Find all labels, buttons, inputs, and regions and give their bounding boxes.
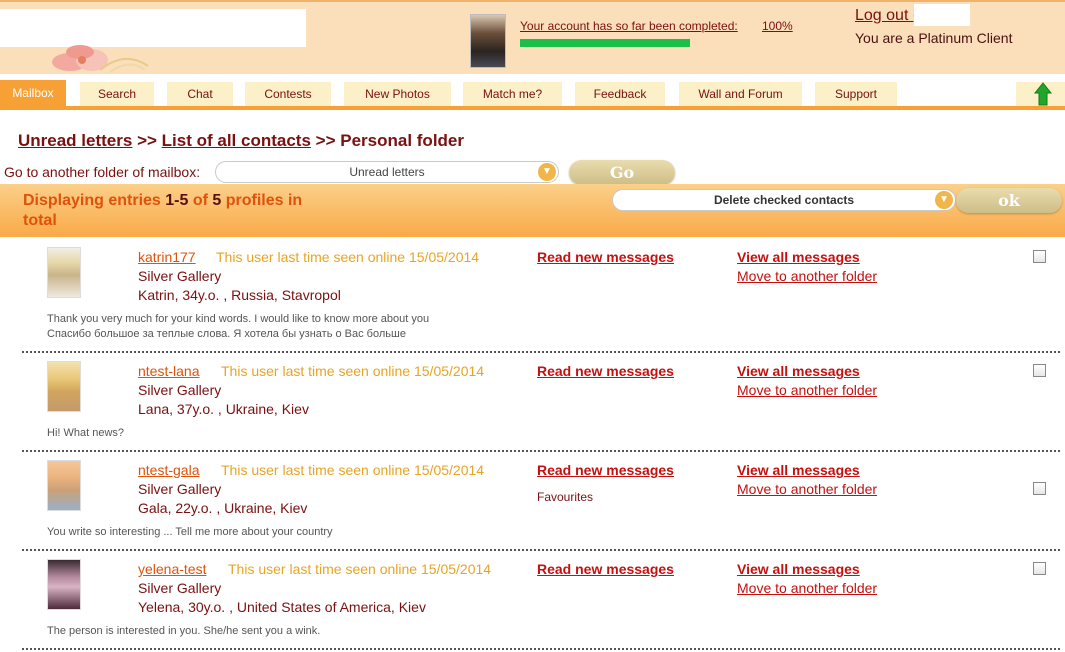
last-seen-status: This user last time seen online 15/05/20…	[216, 249, 480, 265]
message-line: Спасибо большое за теплые слова. Я хотел…	[47, 328, 406, 340]
contact-username[interactable]: ntest-gala	[138, 462, 199, 478]
contact-username[interactable]: yelena-test	[138, 561, 206, 577]
contact-photo[interactable]	[47, 460, 81, 511]
read-new-messages-link[interactable]: Read new messages	[537, 249, 674, 265]
chevron-down-icon: ▼	[935, 191, 953, 209]
contact-info: Lana, 37y.o. , Ukraine, Kiev	[138, 401, 309, 417]
contact-photo[interactable]	[47, 247, 81, 298]
row-divider	[22, 549, 1060, 551]
message-preview: The person is interested in you. She/he …	[47, 624, 320, 639]
breadcrumb-all-contacts[interactable]: List of all contacts	[162, 131, 311, 150]
read-new-messages-link[interactable]: Read new messages	[537, 561, 674, 577]
contact-gallery: Silver Gallery	[138, 382, 222, 398]
row-divider	[22, 648, 1060, 650]
move-to-folder-link[interactable]: Move to another folder	[737, 481, 877, 497]
contact-photo[interactable]	[47, 361, 81, 412]
bulk-action-value: Delete checked contacts	[713, 193, 855, 207]
main-nav: Mailbox Search Chat Contests New Photos …	[0, 80, 1065, 110]
row-divider	[22, 450, 1060, 452]
ok-button[interactable]: ok	[956, 188, 1062, 213]
move-to-folder-link[interactable]: Move to another folder	[737, 382, 877, 398]
breadcrumb: Unread letters >> List of all contacts >…	[18, 131, 464, 151]
breadcrumb-separator: >>	[137, 131, 157, 150]
scroll-up-button[interactable]	[1016, 82, 1065, 106]
entries-total: 5	[212, 192, 222, 209]
message-line: Hi! What news?	[47, 427, 125, 439]
nav-wall-and-forum[interactable]: Wall and Forum	[679, 82, 802, 106]
breadcrumb-separator: >>	[315, 131, 336, 150]
breadcrumb-current: Personal folder	[340, 131, 464, 150]
bulk-action-select[interactable]: Delete checked contacts ▼	[612, 189, 956, 211]
view-all-messages-link[interactable]: View all messages	[737, 561, 860, 577]
contact-photo[interactable]	[47, 559, 81, 610]
contact-username[interactable]: ntest-lana	[138, 363, 199, 379]
read-new-messages-link[interactable]: Read new messages	[537, 363, 674, 379]
contact-info: Gala, 22y.o. , Ukraine, Kiev	[138, 500, 308, 516]
nav-contests[interactable]: Contests	[245, 82, 331, 106]
folder-select-value: Unread letters	[349, 165, 425, 179]
read-new-messages-link[interactable]: Read new messages	[537, 462, 674, 478]
flower-decoration	[40, 40, 150, 74]
redacted-username	[914, 4, 970, 26]
chevron-down-icon: ▼	[538, 163, 556, 181]
move-to-folder-link[interactable]: Move to another folder	[737, 268, 877, 284]
contact-checkbox[interactable]	[1033, 482, 1046, 495]
user-avatar[interactable]	[470, 14, 506, 68]
contact-checkbox[interactable]	[1033, 250, 1046, 263]
message-preview: You write so interesting ... Tell me mor…	[47, 525, 333, 540]
account-progress-fill	[520, 39, 690, 47]
nav-chat[interactable]: Chat	[167, 82, 233, 106]
row-divider	[22, 351, 1060, 353]
message-line: Thank you very much for your kind words.…	[47, 313, 430, 325]
up-arrow-icon	[1033, 82, 1053, 106]
last-seen-status: This user last time seen online 15/05/20…	[221, 462, 485, 478]
nav-new-photos[interactable]: New Photos	[344, 82, 451, 106]
message-preview: Thank you very much for your kind words.…	[47, 312, 429, 342]
folder-select-label: Go to another folder of mailbox:	[4, 164, 201, 180]
folder-tag: Favourites	[537, 490, 594, 504]
nav-search[interactable]: Search	[80, 82, 154, 106]
nav-feedback[interactable]: Feedback	[575, 82, 665, 106]
contact-gallery: Silver Gallery	[138, 268, 222, 284]
move-to-folder-link[interactable]: Move to another folder	[737, 580, 877, 596]
message-line: The person is interested in you. She/he …	[47, 625, 321, 637]
nav-mailbox[interactable]: Mailbox	[0, 80, 66, 106]
contact-info: Yelena, 30y.o. , United States of Americ…	[138, 599, 426, 615]
contact-checkbox[interactable]	[1033, 562, 1046, 575]
entries-of: of	[188, 192, 213, 209]
header: Your account has so far been completed: …	[0, 0, 1065, 74]
message-line: You write so interesting ... Tell me mor…	[47, 526, 333, 538]
entries-prefix: Displaying entries	[23, 192, 166, 209]
breadcrumb-unread-letters[interactable]: Unread letters	[18, 131, 132, 150]
go-button[interactable]: Go	[569, 160, 675, 185]
contact-gallery: Silver Gallery	[138, 580, 222, 596]
nav-match-me[interactable]: Match me?	[463, 82, 562, 106]
client-status: You are a Platinum Client	[855, 30, 1013, 46]
account-completion-text[interactable]: Your account has so far been completed:	[520, 19, 738, 33]
view-all-messages-link[interactable]: View all messages	[737, 249, 860, 265]
folder-select[interactable]: Unread letters ▼	[215, 161, 559, 183]
message-preview: Hi! What news?	[47, 426, 124, 441]
logout-link[interactable]: Log out (	[855, 7, 918, 25]
contact-info: Katrin, 34y.o. , Russia, Stavropol	[138, 287, 341, 303]
contact-gallery: Silver Gallery	[138, 481, 222, 497]
entries-range: 1-5	[165, 192, 189, 209]
account-completion-percent[interactable]: 100%	[762, 19, 793, 33]
account-progress-bar	[520, 39, 690, 47]
view-all-messages-link[interactable]: View all messages	[737, 462, 860, 478]
nav-support[interactable]: Support	[815, 82, 897, 106]
last-seen-status: This user last time seen online 15/05/20…	[228, 561, 492, 577]
entries-count: Displaying entries 1-5 of 5 profiles in …	[23, 191, 303, 231]
view-all-messages-link[interactable]: View all messages	[737, 363, 860, 379]
last-seen-status: This user last time seen online 15/05/20…	[221, 363, 485, 379]
contact-username[interactable]: katrin177	[138, 249, 196, 265]
contact-checkbox[interactable]	[1033, 364, 1046, 377]
